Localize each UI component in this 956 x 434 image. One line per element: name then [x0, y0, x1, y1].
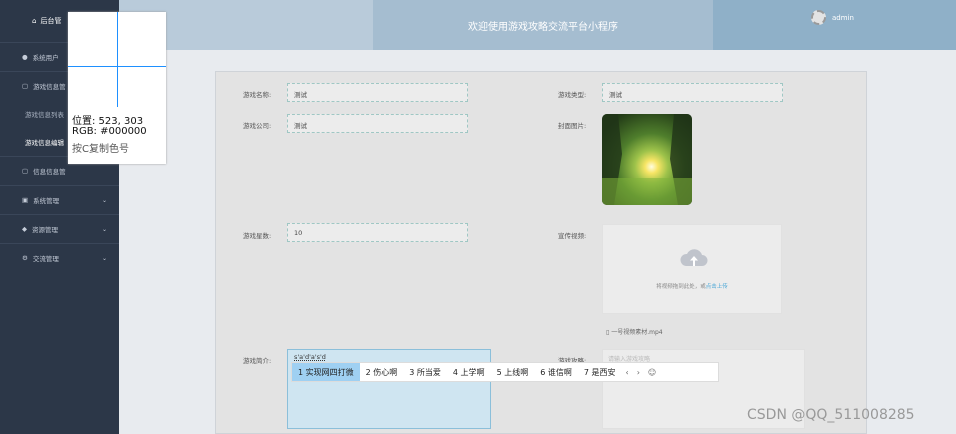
game-name-label: 游戏名称: [243, 91, 272, 99]
cover-image [602, 114, 692, 205]
watermark: CSDN @QQ_511008285 [747, 407, 915, 423]
ime-next-icon[interactable]: › [633, 363, 644, 381]
sidebar-item-resources[interactable]: ◆ 资源管理 ⌄ [0, 214, 119, 243]
intro-textarea[interactable]: s'a'd'a's'd [287, 349, 491, 429]
user-icon: ● [22, 53, 28, 61]
color-picker-popup: 位置: 523, 303 RGB: #000000 按C复制色号 [68, 12, 166, 164]
game-score-label: 游戏星数: [243, 232, 272, 240]
sidebar-item-label: 游戏信息列表 [25, 111, 64, 119]
crosshair-horizontal [68, 66, 166, 67]
document-icon: ▢ [22, 82, 29, 90]
game-company-input[interactable]: 测试 [287, 114, 468, 133]
game-name-input[interactable]: 测试 [287, 83, 468, 102]
color-picker-hint: 按C复制色号 [72, 144, 129, 155]
home-icon: ⌂ [32, 17, 37, 25]
ime-candidate[interactable]: 1 实现网四打微 [292, 363, 360, 381]
cover-image-upload[interactable] [602, 114, 692, 205]
ime-candidate[interactable]: 3 所当爱 [403, 363, 447, 381]
ime-candidate-bar: 1 实现网四打微 2 伤心啊 3 所当爱 4 上学啊 5 上线啊 6 谁信啊 7… [291, 362, 719, 382]
chevron-down-icon: ⌄ [101, 196, 107, 204]
magnifier-view [68, 12, 166, 107]
video-upload-hint: 将视频拖到此处，或 [656, 284, 706, 290]
chevron-down-icon: ⌄ [101, 225, 107, 233]
sidebar-item-exchange[interactable]: ⚙ 交流管理 ⌄ [0, 243, 119, 272]
pin-icon: ◆ [22, 225, 27, 233]
sidebar-item-label: 信息信息管 [33, 168, 66, 176]
document-icon: ▢ [22, 167, 29, 175]
ime-candidate[interactable]: 5 上线啊 [491, 363, 535, 381]
top-bar: 欢迎使用游戏攻略交流平台小程序 admin [119, 0, 956, 50]
game-type-input[interactable]: 测试 [602, 83, 783, 102]
intro-label: 游戏简介: [243, 357, 272, 365]
emoji-icon[interactable]: ☺ [644, 363, 660, 381]
crosshair-vertical [117, 12, 118, 107]
game-company-label: 游戏公司: [243, 122, 272, 130]
game-type-label: 游戏类型: [558, 91, 587, 99]
sidebar-item-label: 交流管理 [32, 255, 59, 263]
welcome-title: 欢迎使用游戏攻略交流平台小程序 [373, 0, 713, 50]
avatar[interactable] [811, 10, 826, 25]
sidebar-item-label: 系统管理 [33, 197, 60, 205]
gear-icon: ⚙ [22, 254, 28, 262]
ime-candidate[interactable]: 4 上学啊 [447, 363, 491, 381]
chevron-down-icon: ⌄ [101, 254, 107, 262]
video-label: 宣传视频: [558, 232, 587, 240]
sidebar-title: 后台管 [40, 17, 62, 25]
sidebar-item-system[interactable]: ▣ 系统管理 ⌄ [0, 185, 119, 214]
game-score-input[interactable]: 10 [287, 223, 468, 242]
video-upload-text: 将视频拖到此处，或点击上传 [603, 282, 781, 290]
upload-cloud-icon [680, 249, 708, 266]
click-upload-link[interactable]: 点击上传 [706, 284, 728, 290]
ime-candidate[interactable]: 6 谁信啊 [534, 363, 578, 381]
intro-text: s'a'd'a's'd [294, 353, 326, 361]
sidebar-item-label: 游戏信息编辑 [25, 139, 64, 147]
video-upload-dropzone[interactable]: 将视频拖到此处，或点击上传 [602, 224, 782, 314]
video-file-name: 一号视频素材.mp4 [611, 329, 663, 336]
sidebar-item-label: 资源管理 [32, 226, 58, 234]
color-picker-position: 位置: 523, 303 [72, 116, 144, 127]
sidebar-item-label: 系统用户 [32, 54, 59, 62]
cover-image-label: 封面图片: [558, 122, 587, 130]
monitor-icon: ▣ [22, 196, 29, 204]
ime-candidate[interactable]: 2 伤心啊 [360, 363, 404, 381]
sidebar-item-label: 游戏信息管 [33, 83, 66, 91]
user-area: admin [713, 0, 956, 50]
video-file-item[interactable]: ▯ 一号视频素材.mp4 [606, 327, 663, 336]
color-picker-rgb: RGB: #000000 [72, 126, 147, 137]
username[interactable]: admin [832, 14, 854, 22]
ime-prev-icon[interactable]: ‹ [621, 363, 632, 381]
ime-candidate[interactable]: 7 是西安 [578, 363, 622, 381]
